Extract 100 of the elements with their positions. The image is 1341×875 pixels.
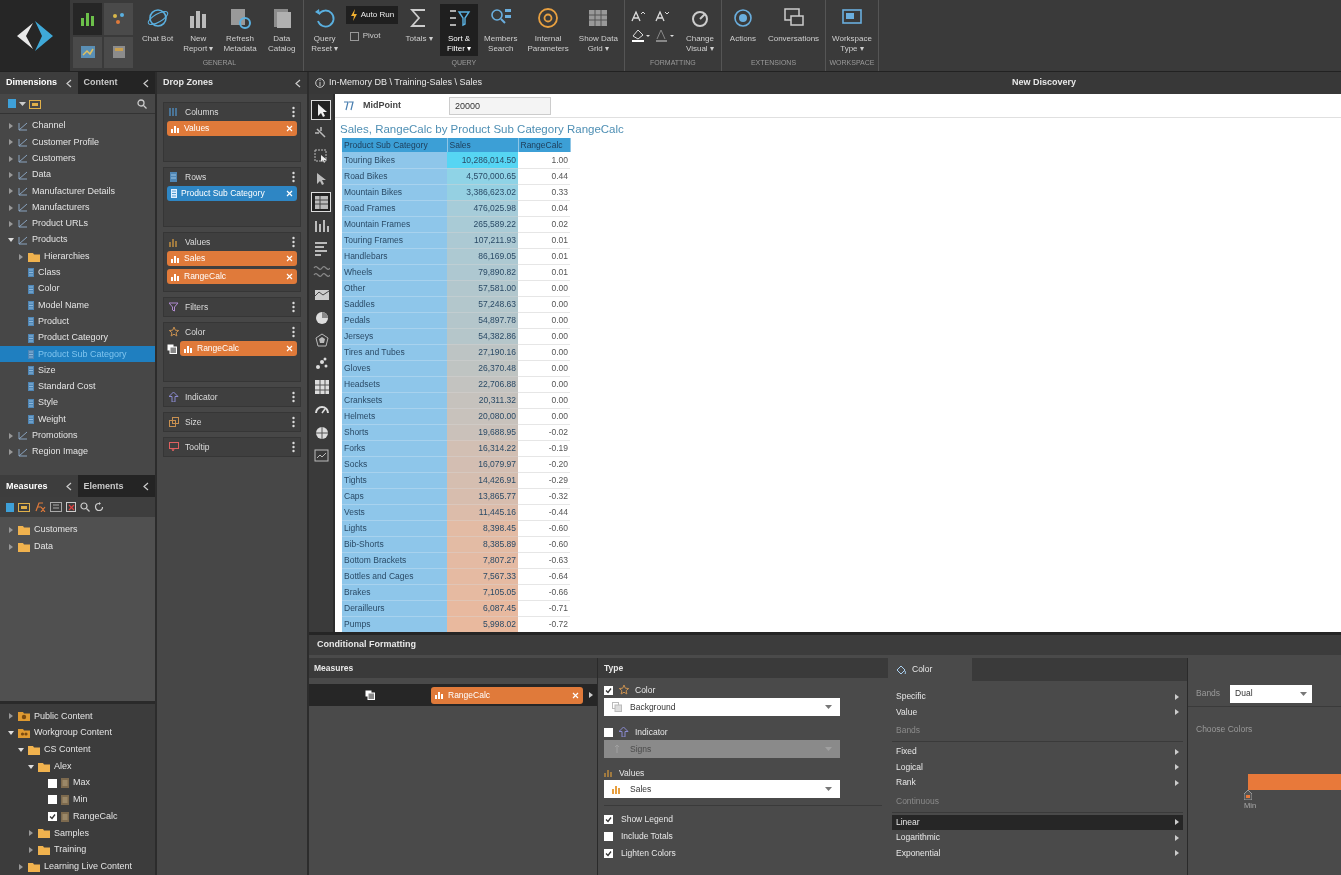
tree-item[interactable]: Training [0, 841, 155, 859]
checkbox[interactable] [604, 832, 613, 841]
tree-item[interactable]: Learning Live Content [0, 858, 155, 875]
tree-item[interactable]: Promotions [0, 427, 155, 444]
panel-tab[interactable]: Measures [0, 475, 78, 498]
clear-icon[interactable] [66, 502, 76, 513]
tree-item[interactable]: Hierarchies [0, 248, 155, 265]
close-icon[interactable] [286, 255, 293, 262]
collapsed-arrow-icon[interactable] [18, 253, 24, 260]
tree-item[interactable]: Color [0, 280, 155, 298]
more-options-icon[interactable] [292, 391, 295, 403]
expanded-arrow-icon[interactable] [8, 730, 14, 737]
drop-zone[interactable]: Indicator [163, 387, 301, 407]
tree-item[interactable]: Channel [0, 118, 155, 135]
pivot-toggle[interactable]: Pivot [345, 28, 399, 44]
collapsed-arrow-icon[interactable] [8, 220, 14, 227]
toolbar-button[interactable]: Refresh Metadata [219, 4, 261, 56]
collapsed-arrow-icon[interactable] [8, 139, 14, 146]
visual-tool-button[interactable] [311, 192, 331, 212]
field-chip[interactable]: Product Sub Category [167, 186, 297, 201]
tree-item[interactable]: Public Content [0, 708, 155, 725]
expanded-arrow-icon[interactable] [8, 237, 14, 244]
chevron-left-icon[interactable] [143, 481, 149, 491]
tree-item[interactable]: Min [0, 791, 155, 809]
toolbar-button[interactable]: Totals ▾ [400, 4, 439, 46]
checkbox[interactable] [604, 685, 613, 695]
checkbox[interactable] [48, 812, 57, 822]
collapsed-arrow-icon[interactable] [28, 846, 34, 853]
search-icon[interactable] [80, 502, 90, 513]
collapsed-arrow-icon[interactable] [8, 432, 14, 439]
menu-item[interactable]: Rank [892, 775, 1183, 791]
tree-item[interactable]: Max [0, 774, 155, 792]
panel-tab[interactable]: Color [888, 658, 972, 681]
menu-item[interactable]: Logical [892, 759, 1183, 775]
tree-item[interactable]: Product URLs [0, 215, 155, 233]
tree-item[interactable]: Products [0, 232, 155, 249]
toolbar-button[interactable]: Chat Bot [138, 4, 178, 46]
menu-item[interactable]: Logarithmic [892, 830, 1183, 846]
tree-item[interactable]: Alex [0, 758, 155, 775]
checkbox[interactable] [604, 815, 613, 824]
auto-run-button[interactable]: Auto Run [345, 6, 399, 24]
format-icon[interactable] [167, 343, 177, 354]
drop-zone[interactable]: Values Sales RangeCalc [163, 232, 301, 292]
tree-item[interactable]: Data [0, 166, 155, 184]
checkbox[interactable] [48, 778, 57, 788]
parameter-field[interactable]: 20000 [449, 96, 551, 115]
more-options-icon[interactable] [292, 171, 295, 183]
panel-tab[interactable]: Dimensions [0, 72, 78, 94]
close-icon[interactable] [286, 125, 293, 132]
drop-zone[interactable]: Rows Product Sub Category [163, 167, 301, 227]
panel-tab[interactable]: Elements [77, 475, 155, 498]
drop-zone[interactable]: Tooltip [163, 437, 301, 457]
checkbox[interactable] [604, 849, 613, 858]
column-header[interactable]: Sales [447, 138, 518, 153]
drop-zone[interactable]: Columns Values [163, 102, 301, 162]
more-options-icon[interactable] [292, 236, 295, 248]
menu-item[interactable]: Linear [892, 814, 1183, 830]
checkbox[interactable] [48, 795, 57, 805]
collapsed-arrow-icon[interactable] [8, 449, 14, 456]
toolbar-button[interactable]: Internal Parameters [523, 4, 573, 56]
dropdown[interactable]: Background [604, 698, 840, 716]
info-icon[interactable] [315, 78, 325, 88]
tree-item[interactable]: Standard Cost [0, 378, 155, 396]
tree-item[interactable]: Manufacturers [0, 199, 155, 216]
collapsed-arrow-icon[interactable] [8, 188, 14, 195]
collapsed-arrow-icon[interactable] [8, 526, 14, 533]
toolbar-button[interactable]: Actions [723, 4, 762, 46]
more-options-icon[interactable] [292, 106, 295, 118]
dropdown[interactable]: Sales [604, 780, 840, 798]
collapsed-arrow-icon[interactable] [8, 204, 14, 211]
measure-list-icon[interactable] [6, 502, 14, 512]
close-icon[interactable] [572, 691, 579, 699]
collapsed-arrow-icon[interactable] [8, 713, 14, 720]
tree-item[interactable]: Class [0, 264, 155, 281]
tree-item[interactable]: Size [0, 362, 155, 379]
tree-item[interactable]: Manufacturer Details [0, 183, 155, 200]
menu-item[interactable]: Value [892, 704, 1183, 720]
drop-zone[interactable]: Filters [163, 297, 301, 317]
function-icon[interactable] [34, 502, 46, 513]
tree-item[interactable]: Customers [0, 150, 155, 167]
tree-item[interactable]: Samples [0, 824, 155, 842]
close-icon[interactable] [286, 190, 293, 197]
toolbar-button[interactable]: Workspace Type ▾ [828, 4, 876, 56]
toolbar-button[interactable]: Data Catalog [262, 4, 301, 56]
tree-item[interactable]: Data [0, 538, 155, 556]
visual-tool-button[interactable] [311, 100, 331, 120]
search-icon[interactable] [137, 98, 147, 109]
grow-font-icon[interactable] [630, 10, 645, 22]
tree-item[interactable]: Model Name [0, 297, 155, 314]
dropdown[interactable]: Dual [1230, 684, 1313, 703]
tree-item[interactable]: Weight [0, 411, 155, 428]
tree-item[interactable]: Product Category [0, 329, 155, 347]
chevron-left-icon[interactable] [65, 78, 72, 88]
tree-item[interactable]: Style [0, 395, 155, 412]
tree-item[interactable]: Region Image [0, 443, 155, 461]
tree-item[interactable]: RangeCalc [0, 808, 155, 825]
toolbar-button[interactable]: Query Reset ▾ [305, 4, 344, 56]
toolbar-button[interactable]: Members Search [480, 4, 522, 56]
menu-item[interactable]: Fixed [892, 744, 1183, 760]
column-header[interactable]: Product Sub Category [342, 138, 447, 153]
